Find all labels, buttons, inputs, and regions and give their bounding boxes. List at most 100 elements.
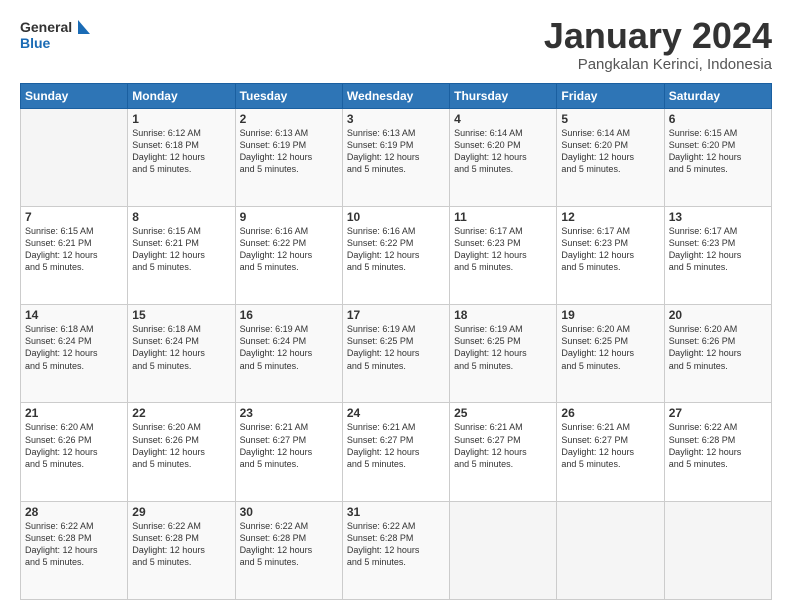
day-info: Sunrise: 6:17 AM Sunset: 6:23 PM Dayligh… [454, 225, 552, 274]
table-cell: 15Sunrise: 6:18 AM Sunset: 6:24 PM Dayli… [128, 305, 235, 403]
day-info: Sunrise: 6:21 AM Sunset: 6:27 PM Dayligh… [347, 421, 445, 470]
table-cell: 23Sunrise: 6:21 AM Sunset: 6:27 PM Dayli… [235, 403, 342, 501]
day-number: 22 [132, 406, 230, 420]
day-number: 6 [669, 112, 767, 126]
day-number: 27 [669, 406, 767, 420]
day-number: 31 [347, 505, 445, 519]
day-info: Sunrise: 6:16 AM Sunset: 6:22 PM Dayligh… [240, 225, 338, 274]
day-number: 17 [347, 308, 445, 322]
day-info: Sunrise: 6:16 AM Sunset: 6:22 PM Dayligh… [347, 225, 445, 274]
day-number: 19 [561, 308, 659, 322]
day-info: Sunrise: 6:13 AM Sunset: 6:19 PM Dayligh… [240, 127, 338, 176]
table-cell: 9Sunrise: 6:16 AM Sunset: 6:22 PM Daylig… [235, 206, 342, 304]
day-number: 28 [25, 505, 123, 519]
header-sunday: Sunday [21, 83, 128, 108]
day-info: Sunrise: 6:20 AM Sunset: 6:25 PM Dayligh… [561, 323, 659, 372]
day-info: Sunrise: 6:22 AM Sunset: 6:28 PM Dayligh… [347, 520, 445, 569]
table-cell: 26Sunrise: 6:21 AM Sunset: 6:27 PM Dayli… [557, 403, 664, 501]
calendar-page: General Blue January 2024 Pangkalan Keri… [0, 0, 792, 612]
day-info: Sunrise: 6:21 AM Sunset: 6:27 PM Dayligh… [561, 421, 659, 470]
day-number: 20 [669, 308, 767, 322]
day-number: 10 [347, 210, 445, 224]
day-number: 4 [454, 112, 552, 126]
table-cell: 13Sunrise: 6:17 AM Sunset: 6:23 PM Dayli… [664, 206, 771, 304]
calendar-table: Sunday Monday Tuesday Wednesday Thursday… [20, 83, 772, 600]
header-thursday: Thursday [450, 83, 557, 108]
day-number: 9 [240, 210, 338, 224]
table-cell: 5Sunrise: 6:14 AM Sunset: 6:20 PM Daylig… [557, 108, 664, 206]
day-info: Sunrise: 6:18 AM Sunset: 6:24 PM Dayligh… [132, 323, 230, 372]
logo: General Blue [20, 16, 90, 58]
table-cell: 4Sunrise: 6:14 AM Sunset: 6:20 PM Daylig… [450, 108, 557, 206]
table-cell: 3Sunrise: 6:13 AM Sunset: 6:19 PM Daylig… [342, 108, 449, 206]
day-number: 25 [454, 406, 552, 420]
day-number: 13 [669, 210, 767, 224]
day-info: Sunrise: 6:19 AM Sunset: 6:25 PM Dayligh… [347, 323, 445, 372]
week-row-4: 21Sunrise: 6:20 AM Sunset: 6:26 PM Dayli… [21, 403, 772, 501]
header-tuesday: Tuesday [235, 83, 342, 108]
day-number: 7 [25, 210, 123, 224]
table-cell: 16Sunrise: 6:19 AM Sunset: 6:24 PM Dayli… [235, 305, 342, 403]
day-info: Sunrise: 6:20 AM Sunset: 6:26 PM Dayligh… [669, 323, 767, 372]
day-number: 14 [25, 308, 123, 322]
day-number: 11 [454, 210, 552, 224]
table-cell: 27Sunrise: 6:22 AM Sunset: 6:28 PM Dayli… [664, 403, 771, 501]
week-row-3: 14 Sunrise: 6:18 AM Sunset: 6:24 PM Dayli… [21, 305, 772, 403]
table-cell: 14Sunrise: 6:18 AM Sunset: 6:24 PM Dayli… [21, 305, 128, 403]
day-info: Sunrise: 6:22 AM Sunset: 6:28 PM Dayligh… [240, 520, 338, 569]
table-cell: 7Sunrise: 6:15 AM Sunset: 6:21 PM Daylig… [21, 206, 128, 304]
day-info: Sunrise: 6:13 AM Sunset: 6:19 PM Dayligh… [347, 127, 445, 176]
day-number: 1 [132, 112, 230, 126]
title-block: January 2024 Pangkalan Kerinci, Indonesi… [544, 16, 772, 73]
month-title: January 2024 [544, 16, 772, 56]
day-number: 8 [132, 210, 230, 224]
header-monday: Monday [128, 83, 235, 108]
day-info: Sunrise: 6:22 AM Sunset: 6:28 PM Dayligh… [25, 520, 123, 569]
day-number: 30 [240, 505, 338, 519]
day-number: 5 [561, 112, 659, 126]
week-row-5: 28Sunrise: 6:22 AM Sunset: 6:28 PM Dayli… [21, 501, 772, 599]
day-number: 2 [240, 112, 338, 126]
day-info: Sunrise: 6:14 AM Sunset: 6:20 PM Dayligh… [454, 127, 552, 176]
header-wednesday: Wednesday [342, 83, 449, 108]
day-number: 16 [240, 308, 338, 322]
day-number: 12 [561, 210, 659, 224]
day-info: Sunrise: 6:15 AM Sunset: 6:21 PM Dayligh… [132, 225, 230, 274]
header-saturday: Saturday [664, 83, 771, 108]
table-cell: 10Sunrise: 6:16 AM Sunset: 6:22 PM Dayli… [342, 206, 449, 304]
day-info: Sunrise: 6:21 AM Sunset: 6:27 PM Dayligh… [454, 421, 552, 470]
table-cell [450, 501, 557, 599]
svg-text:Blue: Blue [20, 35, 51, 51]
table-cell [557, 501, 664, 599]
day-info: Sunrise: 6:20 AM Sunset: 6:26 PM Dayligh… [25, 421, 123, 470]
header: General Blue January 2024 Pangkalan Keri… [20, 16, 772, 73]
table-cell: 29Sunrise: 6:22 AM Sunset: 6:28 PM Dayli… [128, 501, 235, 599]
day-info: Sunrise: 6:14 AM Sunset: 6:20 PM Dayligh… [561, 127, 659, 176]
day-info: Sunrise: 6:17 AM Sunset: 6:23 PM Dayligh… [561, 225, 659, 274]
day-number: 23 [240, 406, 338, 420]
table-cell [21, 108, 128, 206]
day-info: Sunrise: 6:15 AM Sunset: 6:20 PM Dayligh… [669, 127, 767, 176]
table-cell: 25Sunrise: 6:21 AM Sunset: 6:27 PM Dayli… [450, 403, 557, 501]
table-cell: 2Sunrise: 6:13 AM Sunset: 6:19 PM Daylig… [235, 108, 342, 206]
svg-text:General: General [20, 19, 72, 35]
week-row-1: 1Sunrise: 6:12 AM Sunset: 6:18 PM Daylig… [21, 108, 772, 206]
table-cell: 28Sunrise: 6:22 AM Sunset: 6:28 PM Dayli… [21, 501, 128, 599]
table-cell: 24Sunrise: 6:21 AM Sunset: 6:27 PM Dayli… [342, 403, 449, 501]
table-cell: 20Sunrise: 6:20 AM Sunset: 6:26 PM Dayli… [664, 305, 771, 403]
table-cell [664, 501, 771, 599]
table-cell: 1Sunrise: 6:12 AM Sunset: 6:18 PM Daylig… [128, 108, 235, 206]
table-cell: 21Sunrise: 6:20 AM Sunset: 6:26 PM Dayli… [21, 403, 128, 501]
table-cell: 11Sunrise: 6:17 AM Sunset: 6:23 PM Dayli… [450, 206, 557, 304]
day-number: 26 [561, 406, 659, 420]
table-cell: 30Sunrise: 6:22 AM Sunset: 6:28 PM Dayli… [235, 501, 342, 599]
day-number: 18 [454, 308, 552, 322]
logo-svg: General Blue [20, 16, 90, 58]
day-info: Sunrise: 6:12 AM Sunset: 6:18 PM Dayligh… [132, 127, 230, 176]
day-number: 21 [25, 406, 123, 420]
day-info: Sunrise: 6:19 AM Sunset: 6:24 PM Dayligh… [240, 323, 338, 372]
day-number: 15 [132, 308, 230, 322]
table-cell: 18Sunrise: 6:19 AM Sunset: 6:25 PM Dayli… [450, 305, 557, 403]
table-cell: 22Sunrise: 6:20 AM Sunset: 6:26 PM Dayli… [128, 403, 235, 501]
table-cell: 19Sunrise: 6:20 AM Sunset: 6:25 PM Dayli… [557, 305, 664, 403]
